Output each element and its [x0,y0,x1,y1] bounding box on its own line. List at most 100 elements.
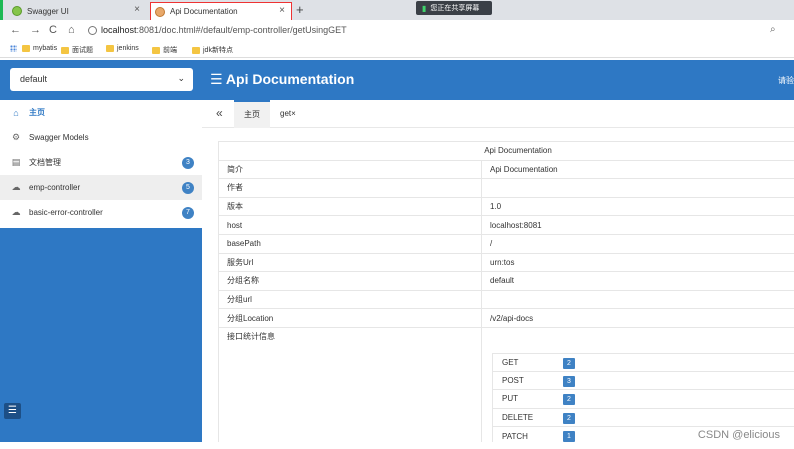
row-value [481,178,794,198]
folder-icon [106,45,114,52]
http-method: PATCH [502,431,528,441]
close-icon[interactable]: × [279,5,285,16]
back-arrow-icon[interactable]: ← [10,24,21,36]
table-row: 作者 [218,178,794,198]
method-count-badge: 3 [563,375,575,387]
group-select[interactable]: default ⌄ [10,68,193,91]
sidebar-item-document-management[interactable]: ▤ 文档管理 3 [0,150,202,175]
tab-home[interactable]: 主页 [234,100,270,128]
browser-tab-title: Swagger UI [27,6,69,16]
group-select-value: default [20,74,48,84]
cloud-icon: ☁ [11,182,21,192]
tabs-scroll-left-button[interactable]: « [216,106,223,120]
row-key: 分组名称 [218,271,482,291]
table-row: basePath / [218,233,794,254]
table-row: 分组名称 default [218,271,794,291]
sidebar-item-swagger-models[interactable]: ⚙ Swagger Models [0,125,202,150]
signal-bars-icon: ▮ [422,3,427,13]
table-header-row: Api Documentation [218,141,794,161]
apps-icon[interactable] [10,45,20,52]
table-row: host localhost:8081 [218,215,794,235]
bookmark-mybatis[interactable]: mybatis [22,45,57,52]
reload-icon[interactable]: C [49,24,57,36]
document-icon: ▤ [11,157,21,167]
browser-tab-bar: Swagger UI × Api Documentation × + ▮ 您正在… [0,0,794,20]
browser-tab-swagger-ui[interactable]: Swagger UI × [6,2,146,20]
table-row: 分组Location/v2/api-docs [218,308,794,328]
method-count-badge: 2 [563,358,575,369]
row-value: 1.0 [481,196,794,217]
zoom-icon[interactable]: ⌕ [770,24,776,35]
group-select-container: default ⌄ [0,60,202,100]
home-button-icon[interactable]: ⌂ [68,24,75,36]
http-method: POST [502,375,524,385]
sidebar-item-home[interactable]: ⌂ 主页 [0,100,202,125]
close-icon[interactable]: × [134,4,140,15]
row-key: 简介 [218,159,482,180]
table-row: 版本 1.0 [218,196,794,217]
sidebar-item-label: basic-error-controller [29,208,103,217]
stats-row: GET 2 [492,353,794,372]
bookmark-jenkins[interactable]: jenkins [106,45,139,52]
sidebar: default ⌄ ⌂ 主页 ⚙ Swagger Models ▤ 文档管理 3… [0,60,202,442]
row-key: 服务Url [218,252,482,273]
page-title: ☰ Api Documentation [210,71,355,87]
sidebar-item-label: 文档管理 [29,158,61,167]
cloud-icon: ☁ [11,207,21,217]
header-auth-link[interactable]: 请验 [778,75,794,86]
watermark-text: CSDN @elicious [697,429,780,441]
sidebar-item-basic-error-controller[interactable]: ☁ basic-error-controller 7 [0,200,202,225]
row-value: Api Documentation [481,159,794,180]
bookmarks-bar: mybatis 面试题 jenkins 前端 jdk新特点 [0,42,794,58]
method-count-badge: 2 [563,394,575,406]
folder-icon [22,45,30,52]
sidebar-item-label: 主页 [29,108,45,117]
menu-toggle-icon[interactable]: ☰ [4,403,21,419]
address-bar: ← → C ⌂ localhost :8081/doc.html#/defaul… [0,20,794,42]
stats-row: PUT 2 [492,390,794,409]
new-tab-button[interactable]: + [296,2,304,17]
row-key: 作者 [218,178,482,198]
forward-arrow-icon[interactable]: → [30,24,41,36]
tab-get[interactable]: get× [280,100,310,128]
models-icon: ⚙ [11,132,21,142]
swagger-favicon-icon [12,6,22,16]
row-value: / [481,233,794,254]
table-row: 服务Url urn:tos [218,252,794,273]
http-method: GET [502,357,519,367]
screen-share-indicator: ▮ 您正在共享屏幕 [416,1,492,15]
sidebar-item-label: Swagger Models [29,133,89,142]
row-value: urn:tos [481,252,794,273]
screen-share-text: 您正在共享屏幕 [430,5,480,12]
sidebar-background [0,228,202,442]
url-field[interactable]: localhost :8081/doc.html#/default/emp-co… [88,25,347,35]
bookmark-jdk[interactable]: jdk新特点 [192,45,233,55]
row-key: basePath [218,233,482,254]
sidebar-item-label: emp-controller [29,183,81,192]
stats-row: POST 3 [492,371,794,391]
page-favicon-icon [155,6,165,17]
method-count-badge: 2 [563,412,575,424]
page-bottom-edge [0,442,794,449]
row-key: 版本 [218,196,482,217]
method-count-badge: 1 [563,431,575,442]
count-badge: 7 [182,207,194,219]
bookmark-frontend[interactable]: 前端 [152,45,177,55]
chevron-down-icon: ⌄ [177,73,185,83]
row-key: host [218,215,482,235]
row-key: 分组url [218,289,482,310]
browser-tab-api-documentation[interactable]: Api Documentation × [150,2,292,20]
row-value: default [481,271,794,291]
app-header: ☰ Api Documentation 请验 [202,60,794,100]
bookmark-interview[interactable]: 面试题 [61,45,93,55]
table-row: 简介 Api Documentation [218,159,794,180]
row-value: localhost:8081 [481,215,794,235]
info-icon [88,25,97,35]
count-badge: 3 [182,157,194,169]
doc-tab-strip: « 主页 get× [202,100,794,128]
stats-row: DELETE 2 [492,408,794,428]
sidebar-item-emp-controller[interactable]: ☁ emp-controller 5 [0,175,202,200]
row-key: 接口统计信息 [218,326,482,442]
main-content: Api Documentation 简介 Api Documentation 作者… [218,141,794,442]
folder-icon [61,46,69,54]
